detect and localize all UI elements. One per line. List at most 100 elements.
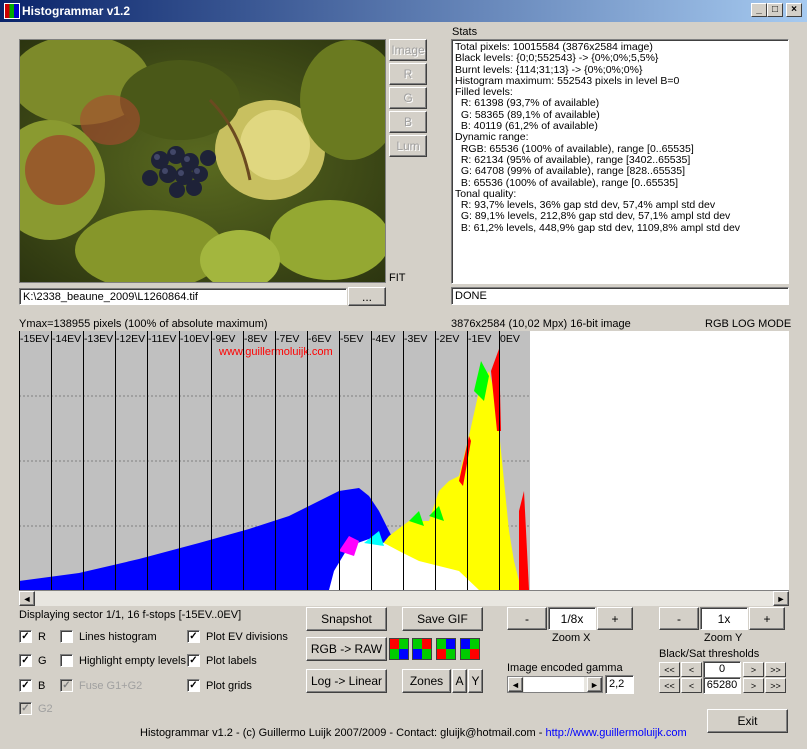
checkmark-icon: ✓ bbox=[187, 679, 200, 692]
checkmark-icon: ✓ bbox=[187, 630, 200, 643]
footer: Histogrammar v1.2 - (c) Guillermo Luijk … bbox=[140, 727, 687, 739]
gamma-field[interactable]: 2,2 bbox=[605, 675, 634, 694]
black-inc-button[interactable]: > bbox=[743, 662, 764, 677]
minimize-button[interactable]: _ bbox=[751, 3, 767, 17]
raw-pattern-icon[interactable] bbox=[389, 638, 409, 660]
website-link[interactable]: http://www.guillermoluijk.com bbox=[545, 727, 686, 739]
raw-pattern-icon[interactable] bbox=[460, 638, 480, 660]
ev-division-line bbox=[179, 331, 180, 590]
ev-label: -9EV bbox=[212, 333, 236, 345]
mode-text: RGB LOG MODE bbox=[705, 318, 792, 330]
y-button[interactable]: Y bbox=[468, 669, 483, 693]
thresholds-label: Black/Sat thresholds bbox=[659, 648, 760, 660]
checkmark-icon: ✓ bbox=[19, 630, 32, 643]
ev-division-line bbox=[467, 331, 468, 590]
checkmark-icon: ✓ bbox=[187, 654, 200, 667]
view-image-button[interactable]: Image bbox=[389, 39, 427, 61]
ev-division-line bbox=[115, 331, 116, 590]
zoom-y-field[interactable]: 1x bbox=[700, 607, 748, 630]
ev-label: -3EV bbox=[404, 333, 428, 345]
app-icon bbox=[4, 3, 20, 19]
ev-label: -6EV bbox=[308, 333, 332, 345]
ev-division-line bbox=[371, 331, 372, 590]
ev-division-line bbox=[83, 331, 84, 590]
close-button[interactable]: × bbox=[786, 3, 802, 17]
black-threshold-field[interactable]: 0 bbox=[703, 661, 741, 678]
sat-threshold-field[interactable]: 65280 bbox=[703, 677, 741, 694]
exit-button[interactable]: Exit bbox=[707, 709, 788, 733]
sector-text: Displaying sector 1/1, 16 f-stops [-15EV… bbox=[19, 609, 242, 621]
zoom-x-minus-button[interactable]: - bbox=[507, 607, 547, 630]
sat-dec-button[interactable]: < bbox=[681, 678, 702, 693]
ev-label: -10EV bbox=[180, 333, 210, 345]
ev-division-line bbox=[147, 331, 148, 590]
sat-inc-button[interactable]: > bbox=[743, 678, 764, 693]
ev-division-line bbox=[243, 331, 244, 590]
g-checkbox[interactable]: ✓ G bbox=[19, 654, 47, 667]
fuse-g1g2-checkbox: ✓ Fuse G1+G2 bbox=[60, 679, 142, 692]
fit-label: FIT bbox=[389, 272, 406, 284]
grape-leaves-photo bbox=[20, 40, 385, 282]
zoom-x-plus-button[interactable]: + bbox=[597, 607, 633, 630]
black-inc-fast-button[interactable]: >> bbox=[765, 662, 786, 677]
title-bar: Histogrammar v1.2 _ □ × bbox=[0, 0, 807, 22]
ev-label: -1EV bbox=[468, 333, 492, 345]
ev-label: -12EV bbox=[116, 333, 146, 345]
zoom-y-plus-button[interactable]: + bbox=[749, 607, 785, 630]
raw-pattern-icon[interactable] bbox=[436, 638, 456, 660]
zones-button[interactable]: Zones bbox=[402, 669, 451, 693]
raw-pattern-icon[interactable] bbox=[412, 638, 432, 660]
lines-histogram-checkbox[interactable]: Lines histogram bbox=[60, 630, 157, 643]
gamma-slider-thumb[interactable] bbox=[524, 677, 584, 692]
ev-label: -13EV bbox=[84, 333, 114, 345]
zoom-y-minus-button[interactable]: - bbox=[659, 607, 699, 630]
ev-division-line bbox=[307, 331, 308, 590]
b-checkbox[interactable]: ✓ B bbox=[19, 679, 45, 692]
image-info-text: 3876x2584 (10,02 Mpx) 16-bit image bbox=[451, 318, 631, 330]
sat-inc-fast-button[interactable]: >> bbox=[765, 678, 786, 693]
r-checkbox[interactable]: ✓ R bbox=[19, 630, 46, 643]
plot-labels-checkbox[interactable]: ✓ Plot labels bbox=[187, 654, 257, 667]
checkmark-icon: ✓ bbox=[60, 679, 73, 692]
ev-label: -5EV bbox=[340, 333, 364, 345]
scroll-right-button[interactable]: ► bbox=[773, 591, 789, 606]
stats-line: Dynamic range: bbox=[455, 131, 529, 144]
sat-dec-fast-button[interactable]: << bbox=[659, 678, 680, 693]
ev-label: -7EV bbox=[276, 333, 300, 345]
snapshot-button[interactable]: Snapshot bbox=[306, 607, 387, 631]
view-lum-button[interactable]: Lum bbox=[389, 135, 427, 157]
ev-label: -15EV bbox=[20, 333, 50, 345]
view-b-button[interactable]: B bbox=[389, 111, 427, 133]
maximize-button[interactable]: □ bbox=[767, 3, 783, 17]
stats-heading: Stats bbox=[452, 26, 478, 38]
zoom-x-field[interactable]: 1/8x bbox=[548, 607, 596, 630]
gamma-label: Image encoded gamma bbox=[507, 662, 623, 674]
log-linear-button[interactable]: Log -> Linear bbox=[306, 669, 387, 693]
window-title: Histogrammar v1.2 bbox=[22, 4, 131, 18]
black-dec-button[interactable]: < bbox=[681, 662, 702, 677]
gamma-slider[interactable]: ◄ ► bbox=[507, 676, 603, 693]
status-field: DONE bbox=[451, 287, 789, 305]
histogram-scrollbar[interactable]: ◄ ► bbox=[19, 590, 789, 606]
highlight-empty-checkbox[interactable]: Highlight empty levels bbox=[60, 654, 186, 667]
scroll-left-button[interactable]: ◄ bbox=[19, 591, 35, 606]
browse-button[interactable]: ... bbox=[348, 287, 386, 306]
gamma-left-button[interactable]: ◄ bbox=[508, 677, 523, 692]
view-g-button[interactable]: G bbox=[389, 87, 427, 109]
black-dec-fast-button[interactable]: << bbox=[659, 662, 680, 677]
stats-line: G: 64708 (99% of available), range [828.… bbox=[455, 165, 685, 178]
plot-grids-checkbox[interactable]: ✓ Plot grids bbox=[187, 679, 252, 692]
ev-division-line bbox=[339, 331, 340, 590]
plot-ev-checkbox[interactable]: ✓ Plot EV divisions bbox=[187, 630, 288, 643]
gamma-right-button[interactable]: ► bbox=[587, 677, 602, 692]
rgb-raw-button[interactable]: RGB -> RAW bbox=[306, 637, 387, 661]
checkmark-icon: ✓ bbox=[19, 679, 32, 692]
ev-label: -2EV bbox=[436, 333, 460, 345]
save-gif-button[interactable]: Save GIF bbox=[402, 607, 483, 631]
histogram-canvas: www.guillermoluijk.com -15EV-14EV-13EV-1… bbox=[19, 331, 789, 590]
a-button[interactable]: A bbox=[452, 669, 467, 693]
file-path-field[interactable]: K:\2338_beaune_2009\L1260864.tif bbox=[19, 288, 347, 305]
image-preview bbox=[19, 39, 386, 283]
view-r-button[interactable]: R bbox=[389, 63, 427, 85]
ev-label: 0EV bbox=[500, 333, 520, 345]
